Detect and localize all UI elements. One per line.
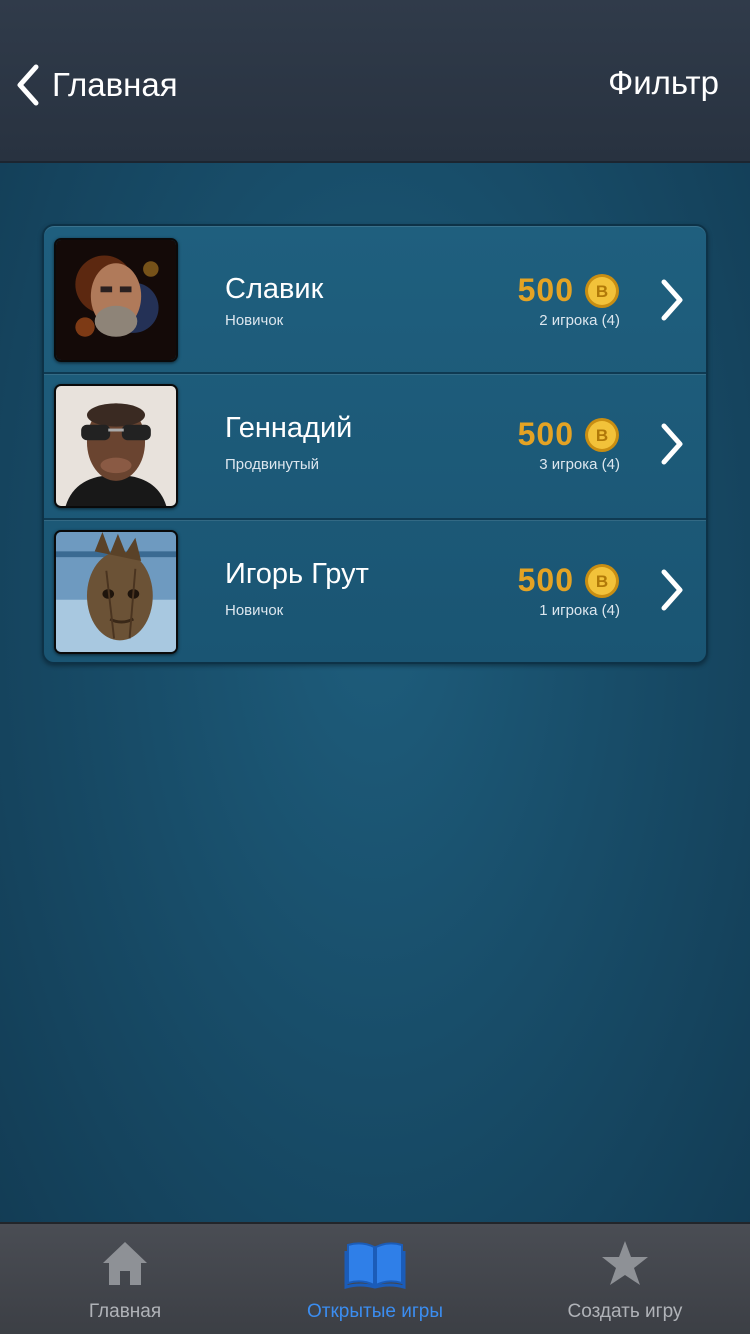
chevron-right-icon (661, 279, 683, 321)
players-count: 1 игрока (4) (539, 602, 620, 619)
chevron-left-icon (17, 64, 39, 106)
tab-create-game[interactable]: Создать игру (500, 1224, 750, 1334)
player-level: Новичок (225, 312, 284, 329)
back-button[interactable]: Главная (14, 62, 178, 108)
coin-icon: B (585, 417, 619, 452)
bet-amount: 500 (517, 562, 574, 598)
tab-label: Создать игру (567, 1301, 683, 1322)
sunglasses-caricature-avatar (54, 384, 178, 508)
filter-button[interactable]: Фильтр (608, 64, 719, 102)
svg-text:B: B (596, 282, 608, 301)
game-row[interactable]: Славик Новичок 500 B 2 игрока (4) (44, 226, 706, 372)
game-row[interactable]: Игорь Грут Новичок 500 B 1 игрока (4) (44, 518, 706, 662)
open-book-icon (344, 1242, 406, 1289)
coin-icon: B (585, 273, 619, 308)
tab-bar: Главная Открытые игры Создать игру (0, 1222, 750, 1334)
star-icon (602, 1241, 648, 1285)
coin-icon: B (585, 563, 619, 598)
tab-home[interactable]: Главная (0, 1224, 250, 1334)
tab-label: Главная (88, 1301, 162, 1322)
player-name: Славик (225, 273, 324, 305)
player-name: Игорь Грут (225, 558, 369, 590)
player-level: Новичок (225, 602, 284, 619)
player-name: Геннадий (225, 412, 353, 444)
svg-text:B: B (596, 572, 608, 591)
portrait-avatar (54, 238, 178, 362)
back-button-label: Главная (52, 66, 178, 103)
home-icon (103, 1242, 147, 1285)
bet-amount: 500 (517, 416, 574, 452)
groot-avatar (54, 530, 178, 654)
nav-header: Главная Фильтр (0, 0, 750, 163)
bet-amount-group: 500 B (518, 562, 620, 599)
game-row[interactable]: Геннадий Продвинутый 500 B 3 игрока (4) (44, 372, 706, 518)
tab-open-games[interactable]: Открытые игры (250, 1224, 500, 1334)
bet-amount-group: 500 B (518, 416, 620, 453)
bet-amount: 500 (517, 272, 574, 308)
open-games-list: Славик Новичок 500 B 2 игрока (4) Геннад… (42, 224, 708, 664)
players-count: 2 игрока (4) (539, 312, 620, 329)
svg-text:B: B (596, 426, 608, 445)
players-count: 3 игрока (4) (539, 456, 620, 473)
bet-amount-group: 500 B (518, 272, 620, 309)
chevron-right-icon (661, 423, 683, 465)
tab-label: Открытые игры (307, 1301, 443, 1322)
player-level: Продвинутый (225, 456, 320, 473)
chevron-right-icon (661, 569, 683, 611)
